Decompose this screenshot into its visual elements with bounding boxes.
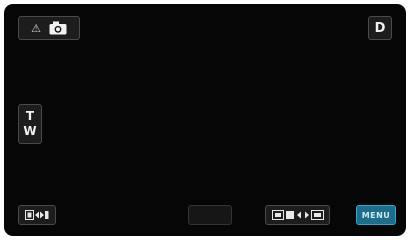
display-button[interactable]: D — [368, 16, 392, 40]
auto-mode-icon: ⚠ — [31, 21, 41, 35]
playback-icon — [25, 210, 49, 220]
zoom-tele-label: T — [25, 109, 35, 123]
blank-button[interactable] — [188, 205, 232, 225]
display-label: D — [374, 20, 386, 36]
zoom-wide-label: W — [23, 124, 37, 138]
record-mode-switch-icon — [271, 210, 324, 220]
record-mode-switch-button[interactable] — [265, 205, 330, 225]
mode-button[interactable]: ⚠ — [18, 16, 80, 40]
menu-label: MENU — [361, 210, 391, 220]
playback-button[interactable] — [18, 205, 56, 225]
menu-button[interactable]: MENU — [356, 205, 396, 225]
camera-lcd-screen: ⚠ D T W MENU — [4, 4, 406, 236]
still-camera-icon — [49, 21, 67, 35]
zoom-button[interactable]: T W — [18, 104, 42, 144]
